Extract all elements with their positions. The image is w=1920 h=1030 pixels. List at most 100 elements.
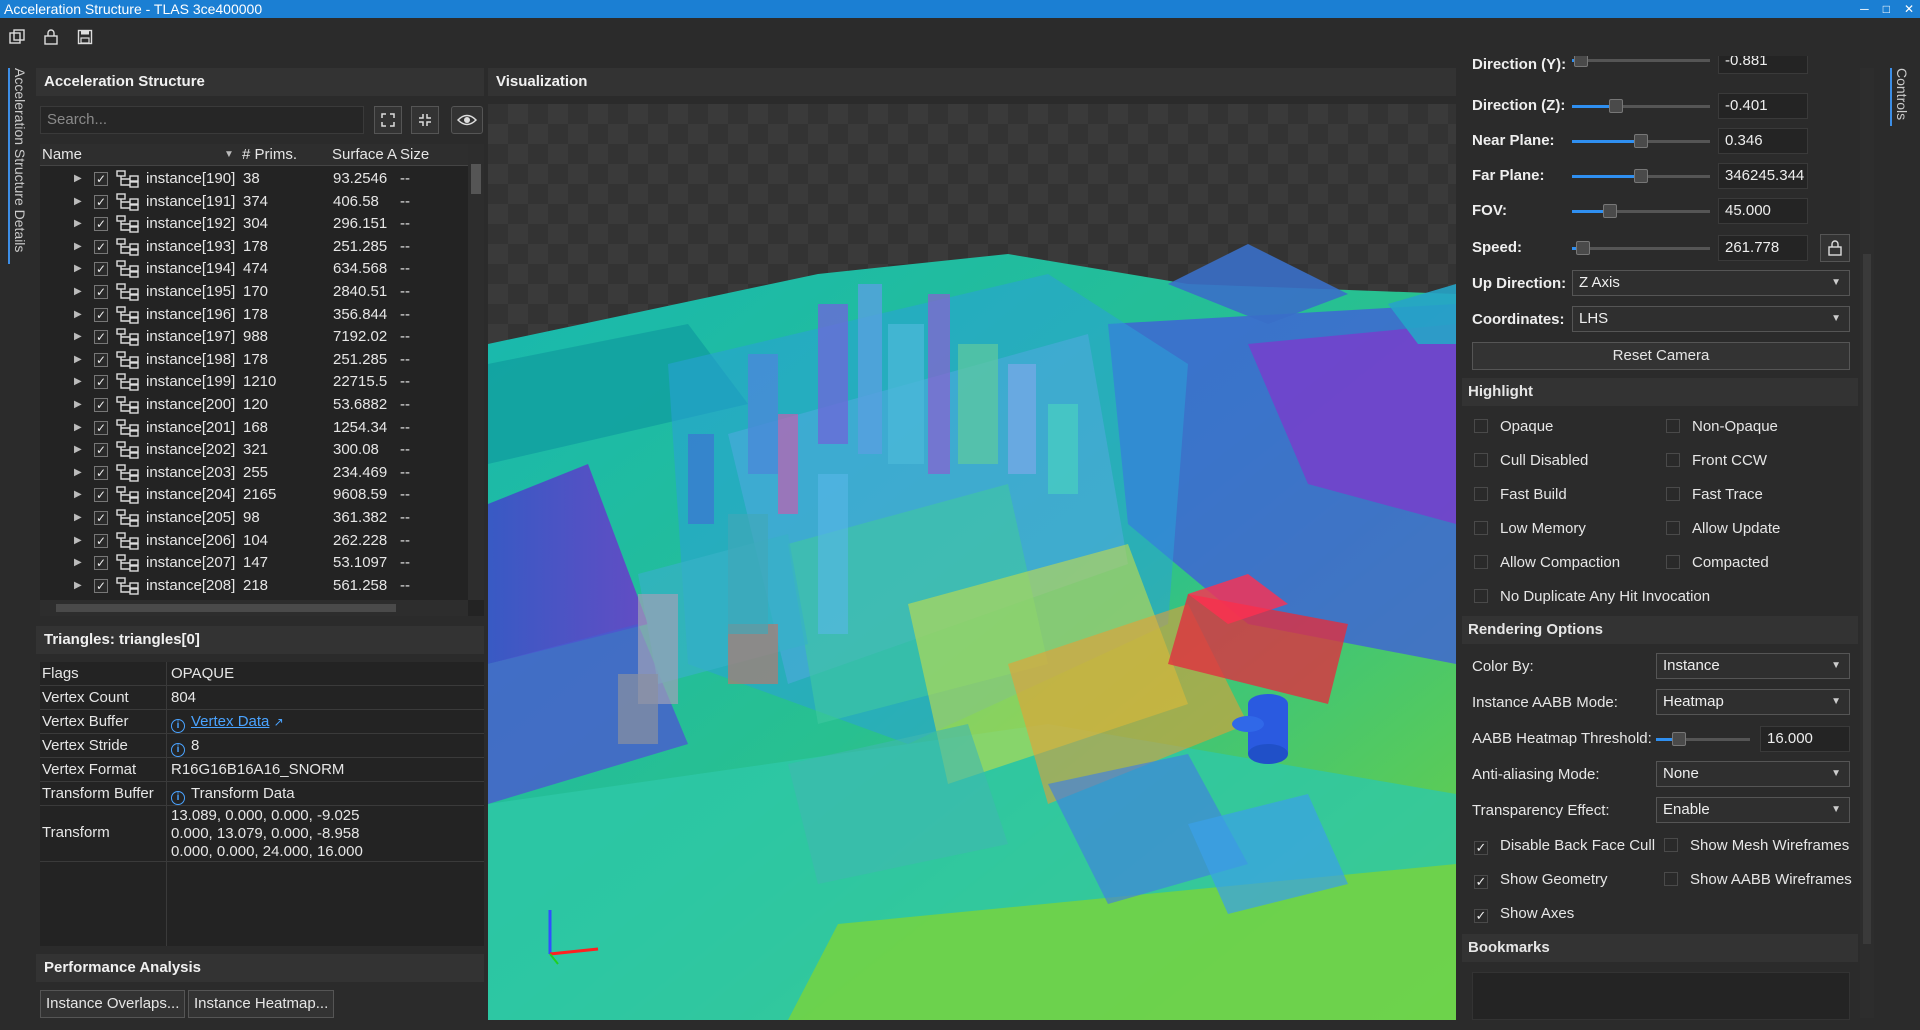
show-geometry-checkbox[interactable]: ✓ Show Geometry [1474, 871, 1608, 889]
expand-arrow-icon[interactable]: ▶ [74, 168, 82, 191]
front-ccw-checkbox[interactable]: Front CCW [1666, 452, 1767, 469]
copy-icon[interactable] [8, 28, 26, 46]
visibility-checkbox[interactable]: ✓ [94, 578, 108, 593]
tree-row[interactable]: ▶ ✓ instance[198] 178 251.285 -- [40, 349, 470, 372]
tree-row[interactable]: ▶ ✓ instance[195] 170 2840.51 -- [40, 281, 470, 304]
expand-all-button[interactable] [374, 106, 402, 134]
visibility-checkbox[interactable]: ✓ [94, 172, 108, 186]
visibility-button[interactable] [451, 106, 483, 134]
tree-row[interactable]: ▶ ✓ instance[205] 98 361.382 -- [40, 507, 470, 530]
speed-lock-button[interactable] [1820, 234, 1850, 262]
tree-horizontal-scrollbar[interactable] [40, 600, 468, 616]
tree-row[interactable]: ▶ ✓ instance[202] 321 300.08 -- [40, 439, 470, 462]
visibility-checkbox[interactable]: ✓ [94, 194, 108, 209]
disable-back-face-cull-checkbox[interactable]: ✓ Disable Back Face Cull [1474, 837, 1655, 855]
expand-arrow-icon[interactable]: ▶ [74, 530, 82, 553]
show-mesh-wireframes-checkbox[interactable]: Show Mesh Wireframes [1664, 837, 1849, 854]
visibility-checkbox[interactable]: ✓ [94, 262, 108, 277]
visibility-checkbox[interactable]: ✓ [94, 352, 108, 367]
tree-row[interactable]: ▶ ✓ instance[194] 474 634.568 -- [40, 258, 470, 281]
visibility-checkbox[interactable]: ✓ [94, 397, 108, 412]
transparency-effect-dropdown[interactable]: Enable ▼ [1656, 797, 1850, 823]
tree-row[interactable]: ▶ ✓ instance[193] 178 251.285 -- [40, 236, 470, 259]
column-surface-area[interactable]: Surface A [332, 144, 397, 166]
visibility-checkbox[interactable]: ✓ [94, 533, 108, 548]
cull-disabled-checkbox[interactable]: Cull Disabled [1474, 452, 1588, 469]
tree-row[interactable]: ▶ ✓ instance[200] 120 53.6882 -- [40, 394, 470, 417]
minimize-button[interactable]: ─ [1860, 0, 1869, 18]
column-name[interactable]: Name [42, 144, 82, 166]
visibility-checkbox[interactable]: ✓ [94, 284, 108, 299]
visibility-checkbox[interactable]: ✓ [94, 375, 108, 390]
tree-row[interactable]: ▶ ✓ instance[206] 104 262.228 -- [40, 530, 470, 553]
allow-update-checkbox[interactable]: Allow Update [1666, 520, 1780, 537]
tab-controls[interactable]: Controls [1890, 68, 1910, 126]
fov-value[interactable]: 45.000 [1718, 198, 1808, 224]
tree-row[interactable]: ▶ ✓ instance[192] 304 296.151 -- [40, 213, 470, 236]
fov-slider[interactable] [1572, 203, 1710, 219]
maximize-button[interactable]: □ [1883, 0, 1890, 18]
tree-row[interactable]: ▶ ✓ instance[207] 147 53.1097 -- [40, 552, 470, 575]
coordinates-dropdown[interactable]: LHS ▼ [1572, 306, 1850, 332]
column-size[interactable]: Size [400, 144, 429, 166]
far-plane-value[interactable]: 346245.344 [1718, 163, 1808, 189]
expand-arrow-icon[interactable]: ▶ [74, 349, 82, 372]
expand-arrow-icon[interactable]: ▶ [74, 236, 82, 259]
expand-arrow-icon[interactable]: ▶ [74, 552, 82, 575]
direction-z-slider[interactable] [1572, 98, 1710, 114]
expand-arrow-icon[interactable]: ▶ [74, 507, 82, 530]
direction-y-slider[interactable] [1572, 56, 1710, 68]
speed-slider[interactable] [1572, 240, 1710, 256]
expand-arrow-icon[interactable]: ▶ [74, 439, 82, 462]
tree-row[interactable]: ▶ ✓ instance[201] 168 1254.34 -- [40, 417, 470, 440]
up-direction-dropdown[interactable]: Z Axis ▼ [1572, 270, 1850, 296]
instance-overlaps-button[interactable]: Instance Overlaps... [40, 990, 186, 1018]
direction-y-value[interactable]: -0.881 [1718, 56, 1808, 74]
visibility-checkbox[interactable]: ✓ [94, 443, 108, 458]
aabb-heatmap-threshold-value[interactable]: 16.000 [1760, 726, 1850, 752]
expand-arrow-icon[interactable]: ▶ [74, 326, 82, 349]
visibility-checkbox[interactable]: ✓ [94, 420, 108, 435]
visualization-viewport[interactable] [488, 104, 1456, 1020]
visibility-checkbox[interactable]: ✓ [94, 239, 108, 254]
lock-icon[interactable] [42, 28, 60, 46]
info-icon[interactable]: i [171, 743, 185, 757]
low-memory-checkbox[interactable]: Low Memory [1474, 520, 1586, 537]
near-plane-value[interactable]: 0.346 [1718, 128, 1808, 154]
expand-arrow-icon[interactable]: ▶ [74, 394, 82, 417]
near-plane-slider[interactable] [1572, 133, 1710, 149]
tree-row[interactable]: ▶ ✓ instance[199] 1210 22715.5 -- [40, 371, 470, 394]
visibility-checkbox[interactable]: ✓ [94, 556, 108, 571]
speed-value[interactable]: 261.778 [1718, 235, 1808, 261]
far-plane-slider[interactable] [1572, 168, 1710, 184]
visibility-checkbox[interactable]: ✓ [94, 510, 108, 525]
aabb-heatmap-threshold-slider[interactable] [1656, 731, 1750, 747]
expand-arrow-icon[interactable]: ▶ [74, 417, 82, 440]
visibility-checkbox[interactable]: ✓ [94, 217, 108, 232]
show-axes-checkbox[interactable]: ✓ Show Axes [1474, 905, 1574, 923]
instance-heatmap-button[interactable]: Instance Heatmap... [188, 990, 335, 1018]
info-icon[interactable]: i [171, 719, 185, 733]
expand-arrow-icon[interactable]: ▶ [74, 304, 82, 327]
show-aabb-wireframes-checkbox[interactable]: Show AABB Wireframes [1664, 871, 1852, 888]
fast-trace-checkbox[interactable]: Fast Trace [1666, 486, 1763, 503]
compacted-checkbox[interactable]: Compacted [1666, 554, 1769, 571]
expand-arrow-icon[interactable]: ▶ [74, 371, 82, 394]
save-icon[interactable] [76, 28, 94, 46]
reset-camera-button[interactable]: Reset Camera [1472, 342, 1850, 370]
fast-build-checkbox[interactable]: Fast Build [1474, 486, 1567, 503]
expand-arrow-icon[interactable]: ▶ [74, 258, 82, 281]
expand-arrow-icon[interactable]: ▶ [74, 281, 82, 304]
visibility-checkbox[interactable]: ✓ [94, 307, 108, 322]
tree-row[interactable]: ▶ ✓ instance[208] 218 561.258 -- [40, 575, 470, 598]
expand-arrow-icon[interactable]: ▶ [74, 462, 82, 485]
bookmarks-list[interactable] [1472, 972, 1850, 1020]
column-prims[interactable]: # Prims. [242, 144, 297, 166]
tree-row[interactable]: ▶ ✓ instance[203] 255 234.469 -- [40, 462, 470, 485]
tree-row[interactable]: ▶ ✓ instance[190] 38 93.2546 -- [40, 168, 470, 191]
tree-row[interactable]: ▶ ✓ instance[204] 2165 9608.59 -- [40, 484, 470, 507]
visibility-checkbox[interactable]: ✓ [94, 330, 108, 345]
expand-arrow-icon[interactable]: ▶ [74, 484, 82, 507]
color-by-dropdown[interactable]: Instance ▼ [1656, 653, 1850, 679]
vertex-data-link[interactable]: Vertex Data [191, 713, 269, 730]
